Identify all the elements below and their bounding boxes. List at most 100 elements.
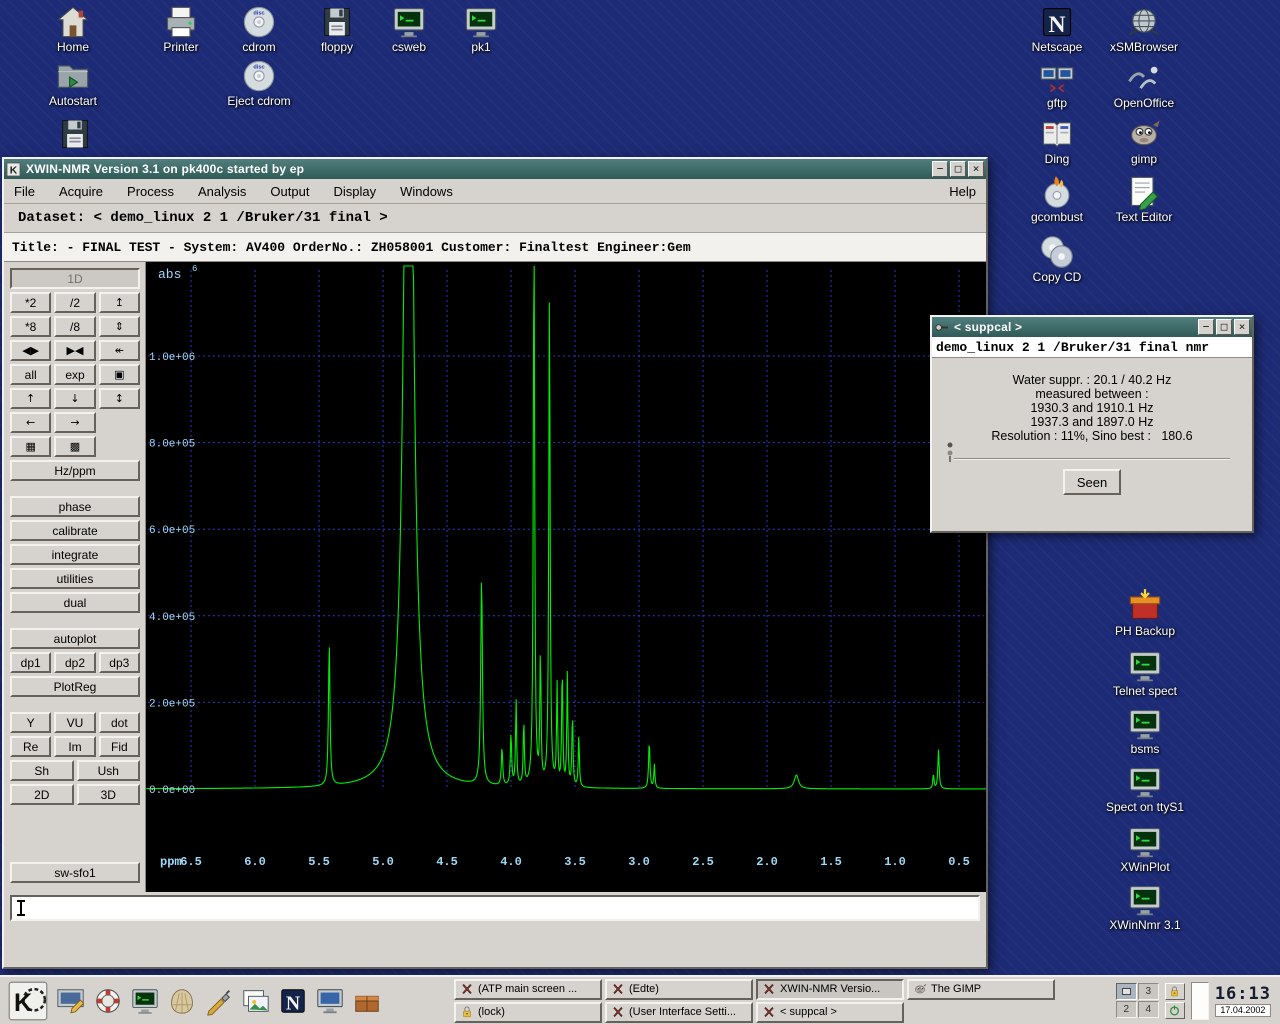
minimize-button[interactable]: −: [932, 161, 948, 177]
fit-vertical-icon[interactable]: ⇕: [99, 316, 140, 337]
menu-windows[interactable]: Windows: [400, 184, 453, 199]
show-desktop-button[interactable]: [54, 981, 87, 1021]
button-dot[interactable]: dot: [99, 712, 140, 733]
task-button[interactable]: (lock): [454, 1002, 602, 1023]
task-button[interactable]: (Edte): [605, 979, 753, 1000]
shrink-horizontal-icon[interactable]: ▶◀: [54, 340, 95, 361]
scale-to-max-icon[interactable]: ↥: [99, 292, 140, 313]
image-viewer-button[interactable]: [239, 981, 272, 1021]
button-integrate[interactable]: integrate: [10, 544, 140, 565]
package-manager-button[interactable]: [350, 981, 383, 1021]
konqueror-button[interactable]: [91, 981, 124, 1021]
button-im[interactable]: Im: [54, 736, 95, 757]
desktop-icon-copy-cd[interactable]: Copy CD: [1015, 234, 1099, 284]
pager-desktop-1[interactable]: [1116, 983, 1137, 1000]
desktop-icon-gcombust[interactable]: gcombust: [1015, 174, 1099, 224]
button-div2[interactable]: /2: [54, 292, 95, 313]
pen-tool-button[interactable]: [202, 981, 235, 1021]
button-re[interactable]: Re: [10, 736, 51, 757]
desktop-icon-ph-backup[interactable]: PH Backup: [1103, 588, 1187, 638]
grid-icon[interactable]: ▦: [10, 436, 51, 457]
button-autoplot[interactable]: autoplot: [10, 628, 140, 649]
desktop-icon-printer[interactable]: Printer: [139, 4, 223, 54]
dialog-titlebar[interactable]: < suppcal > − □ ×: [932, 317, 1252, 337]
lock-screen-button[interactable]: [1165, 983, 1185, 1000]
button-3d[interactable]: 3D: [77, 784, 141, 805]
command-input[interactable]: [10, 895, 980, 921]
desktop-icon-telnet-spect[interactable]: Telnet spect: [1103, 648, 1187, 698]
desktop-icon-pk1[interactable]: pk1: [439, 4, 523, 54]
pin-icon[interactable]: [934, 320, 949, 335]
button-y[interactable]: Y: [10, 712, 51, 733]
netscape-button[interactable]: N: [276, 981, 309, 1021]
button-fid[interactable]: Fid: [99, 736, 140, 757]
task-button[interactable]: < suppcal >: [756, 1002, 904, 1023]
shift-right-icon[interactable]: →: [54, 412, 95, 433]
konsole-shell-button[interactable]: [165, 981, 198, 1021]
menu-display[interactable]: Display: [333, 184, 376, 199]
desktop-icon-eject-cdrom[interactable]: discEject cdrom: [217, 58, 301, 108]
desktop-icon-gftp[interactable]: gftp: [1015, 60, 1099, 110]
menu-file[interactable]: File: [14, 184, 35, 199]
k-menu-button[interactable]: K: [5, 979, 50, 1023]
desktop-icon-spect-on-ttys1[interactable]: Spect on ttyS1: [1103, 764, 1187, 814]
button-dual[interactable]: dual: [10, 592, 140, 613]
seen-button[interactable]: Seen: [1063, 469, 1121, 495]
desktop-icon-autostart[interactable]: Autostart: [31, 58, 115, 108]
button-div8[interactable]: /8: [54, 316, 95, 337]
button-exp[interactable]: exp: [54, 364, 95, 385]
button-2d[interactable]: 2D: [10, 784, 74, 805]
button-dp2[interactable]: dp2: [54, 652, 95, 673]
dialog-close-button[interactable]: ×: [1234, 319, 1250, 335]
desktop-icon-text-editor[interactable]: Text Editor: [1102, 174, 1186, 224]
pager-desktop-2[interactable]: 2: [1116, 1001, 1137, 1018]
button-dp3[interactable]: dp3: [99, 652, 140, 673]
dialog-minimize-button[interactable]: −: [1198, 319, 1214, 335]
task-button[interactable]: XWIN-NMR Versio...: [756, 979, 904, 1000]
scroll-left-end-icon[interactable]: ↞: [99, 340, 140, 361]
logout-button[interactable]: [1165, 1002, 1185, 1019]
task-button[interactable]: The GIMP: [907, 979, 1055, 1000]
button-phase[interactable]: phase: [10, 496, 140, 517]
desktop-icon-floppy-eject[interactable]: [33, 116, 117, 152]
task-button[interactable]: (User Interface Setti...: [605, 1002, 753, 1023]
button-mul8[interactable]: *8: [10, 316, 51, 337]
menu-acquire[interactable]: Acquire: [59, 184, 103, 199]
grid-dense-icon[interactable]: ▩: [54, 436, 95, 457]
button-all[interactable]: all: [10, 364, 51, 385]
clock[interactable]: 16:13 17.04.2002: [1215, 985, 1275, 1017]
button-calibrate[interactable]: calibrate: [10, 520, 140, 541]
menu-output[interactable]: Output: [270, 184, 309, 199]
button-sw-sfo1[interactable]: sw-sfo1: [10, 862, 140, 883]
button-utilities[interactable]: utilities: [10, 568, 140, 589]
button-hz-ppm[interactable]: Hz/ppm: [10, 460, 140, 481]
menu-analysis[interactable]: Analysis: [198, 184, 246, 199]
desktop-icon-gimp[interactable]: gimp: [1102, 116, 1186, 166]
desktop-icon-netscape[interactable]: NNetscape: [1015, 4, 1099, 54]
pager-desktop-4[interactable]: 4: [1138, 1001, 1159, 1018]
display-settings-button[interactable]: [313, 981, 346, 1021]
desktop-icon-bsms[interactable]: bsms: [1103, 706, 1187, 756]
pager-desktop-3[interactable]: 3: [1138, 983, 1159, 1000]
shift-vertical-icon[interactable]: ↕: [99, 388, 140, 409]
window-titlebar[interactable]: K XWIN-NMR Version 3.1 on pk400c started…: [4, 159, 986, 179]
panel-applet[interactable]: [1191, 982, 1209, 1020]
button-sh[interactable]: Sh: [10, 760, 74, 781]
button-vu[interactable]: VU: [54, 712, 95, 733]
terminal-button[interactable]: [128, 981, 161, 1021]
desktop-icon-home[interactable]: Home: [31, 4, 115, 54]
task-button[interactable]: (ATP main screen ...: [454, 979, 602, 1000]
shift-left-icon[interactable]: ←: [10, 412, 51, 433]
shift-down-icon[interactable]: ↓: [54, 388, 95, 409]
button-mul2[interactable]: *2: [10, 292, 51, 313]
dialog-maximize-button[interactable]: □: [1216, 319, 1232, 335]
shift-up-icon[interactable]: ↑: [10, 388, 51, 409]
desktop-icon-xwinplot[interactable]: XWinPlot: [1103, 824, 1187, 874]
expand-horizontal-icon[interactable]: ◀▶: [10, 340, 51, 361]
button-ush[interactable]: Ush: [77, 760, 141, 781]
desktop-icon-ding[interactable]: Ding: [1015, 116, 1099, 166]
maximize-button[interactable]: □: [950, 161, 966, 177]
button-1d[interactable]: 1D: [10, 268, 140, 289]
desktop-icon-xsmbrowser[interactable]: xSMBrowser: [1102, 4, 1186, 54]
spectrum-plot[interactable]: abs61.0e+068.0e+056.0e+054.0e+052.0e+050…: [146, 262, 986, 892]
